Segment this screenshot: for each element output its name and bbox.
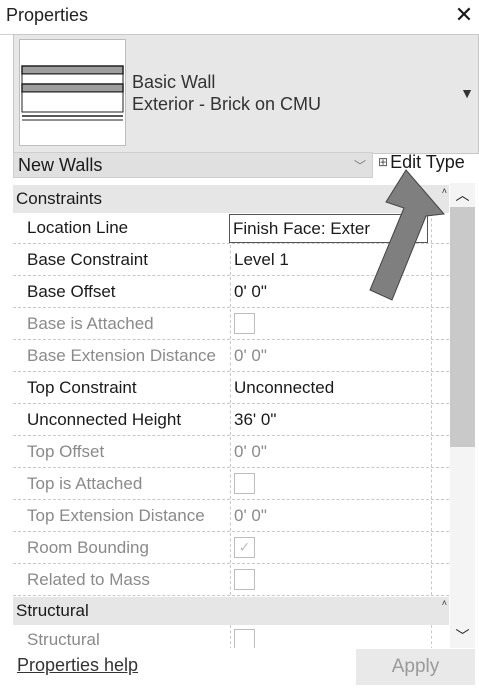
cell-divider — [431, 373, 432, 403]
property-name: Related to Mass — [27, 570, 150, 589]
property-row[interactable]: Location Line Finish Face: Exter — [13, 213, 449, 244]
property-name: Base is Attached — [27, 314, 154, 333]
property-name: Top Offset — [27, 442, 105, 461]
collapse-caret-icon[interactable]: ˄ — [442, 589, 447, 617]
wall-preview-icon — [21, 65, 124, 121]
cell-divider — [431, 213, 432, 243]
group-label: Constraints — [16, 189, 102, 208]
property-value: 0' 0" — [230, 501, 434, 531]
property-checkbox-cell: ✓ — [230, 533, 434, 563]
property-row: Base Extension Distance 0' 0" — [13, 341, 449, 372]
property-name: Top is Attached — [27, 474, 143, 493]
type-dropdown-icon[interactable]: ▼ — [460, 85, 474, 101]
cell-divider — [431, 469, 432, 499]
checkbox — [234, 569, 255, 591]
property-row: Room Bounding ✓ — [13, 533, 449, 564]
property-row[interactable]: Top Constraint Unconnected — [13, 373, 449, 404]
property-name: Base Extension Distance — [27, 346, 216, 365]
cell-divider — [431, 533, 432, 563]
property-value[interactable]: Level 1 — [230, 245, 434, 275]
title-bar: Properties ✕ — [0, 0, 479, 35]
edit-type-icon: ⊞ — [378, 155, 389, 169]
type-family: Basic Wall — [132, 72, 216, 92]
property-value: 0' 0" — [230, 437, 434, 467]
filter-row: New Walls ﹀ ⊞ Edit Type — [13, 150, 479, 180]
chevron-down-icon[interactable]: ﹀ — [450, 624, 475, 648]
type-name: Basic Wall Exterior - Brick on CMU — [132, 71, 321, 115]
chevron-up-icon[interactable]: ︿ — [450, 183, 475, 207]
group-header[interactable]: Constraints ˄ — [13, 185, 449, 213]
checkbox — [234, 629, 255, 650]
property-row: Top is Attached — [13, 469, 449, 500]
property-value[interactable]: Unconnected — [230, 373, 434, 403]
cell-divider — [431, 245, 432, 275]
edit-type-button[interactable]: ⊞ Edit Type — [378, 152, 465, 178]
scroll-thumb[interactable] — [450, 207, 475, 447]
window-title: Properties — [6, 5, 89, 25]
property-row: Top Offset 0' 0" — [13, 437, 449, 468]
filter-value: New Walls — [18, 155, 103, 175]
type-selector[interactable]: Basic Wall Exterior - Brick on CMU ▼ — [13, 34, 479, 154]
property-checkbox-cell — [230, 469, 434, 499]
property-checkbox-cell — [230, 309, 434, 339]
property-row: Related to Mass — [13, 565, 449, 596]
property-name: Structural — [27, 630, 100, 649]
cell-divider — [431, 277, 432, 307]
property-name: Unconnected Height — [27, 410, 182, 429]
property-row[interactable]: Base Constraint Level 1 — [13, 245, 449, 276]
vertical-scrollbar[interactable]: ︿ ﹀ — [450, 183, 475, 648]
footer: Properties help Apply — [0, 648, 479, 691]
cell-divider — [431, 341, 432, 371]
cell-divider — [431, 309, 432, 339]
cell-divider — [431, 437, 432, 467]
property-name: Base Constraint — [27, 250, 148, 269]
property-name: Location Line — [27, 218, 129, 237]
property-name: Room Bounding — [27, 538, 149, 557]
group-label: Structural — [16, 601, 89, 620]
cell-divider — [431, 565, 432, 595]
cell-divider — [431, 405, 432, 435]
close-icon[interactable]: ✕ — [453, 2, 475, 28]
property-value[interactable]: Finish Face: Exter — [229, 214, 428, 243]
property-name: Top Constraint — [27, 378, 137, 397]
wall-type-thumbnail — [19, 39, 126, 146]
cell-divider — [431, 625, 432, 650]
property-row[interactable]: Base Offset 0' 0" — [13, 277, 449, 308]
property-name: Base Offset — [27, 282, 116, 301]
property-row[interactable]: Unconnected Height 36' 0" — [13, 405, 449, 436]
property-name: Top Extension Distance — [27, 506, 205, 525]
checkbox — [234, 473, 255, 495]
property-checkbox-cell — [230, 565, 434, 595]
type-label: Exterior - Brick on CMU — [132, 94, 322, 114]
property-value[interactable]: 0' 0" — [230, 277, 434, 307]
checkmark-icon: ✓ — [234, 537, 255, 559]
apply-button[interactable]: Apply — [356, 649, 475, 685]
collapse-caret-icon[interactable]: ˄ — [442, 185, 447, 205]
property-value[interactable]: 36' 0" — [230, 405, 434, 435]
edit-type-label: Edit Type — [390, 152, 465, 172]
checkbox — [234, 313, 255, 335]
property-value: 0' 0" — [230, 341, 434, 371]
properties-help-link[interactable]: Properties help — [17, 655, 138, 676]
property-row: Base is Attached — [13, 309, 449, 340]
chevron-down-icon: ﹀ — [353, 159, 366, 173]
property-checkbox-cell — [230, 625, 434, 650]
property-row: Top Extension Distance 0' 0" — [13, 501, 449, 532]
properties-grid: Constraints ˄ Location Line Finish Face: Ex… — [13, 185, 449, 650]
cell-divider — [431, 501, 432, 531]
property-row: Structural — [13, 625, 449, 650]
group-header[interactable]: Structural ˄ — [13, 597, 449, 625]
instance-filter-select[interactable]: New Walls ﹀ — [13, 152, 373, 178]
